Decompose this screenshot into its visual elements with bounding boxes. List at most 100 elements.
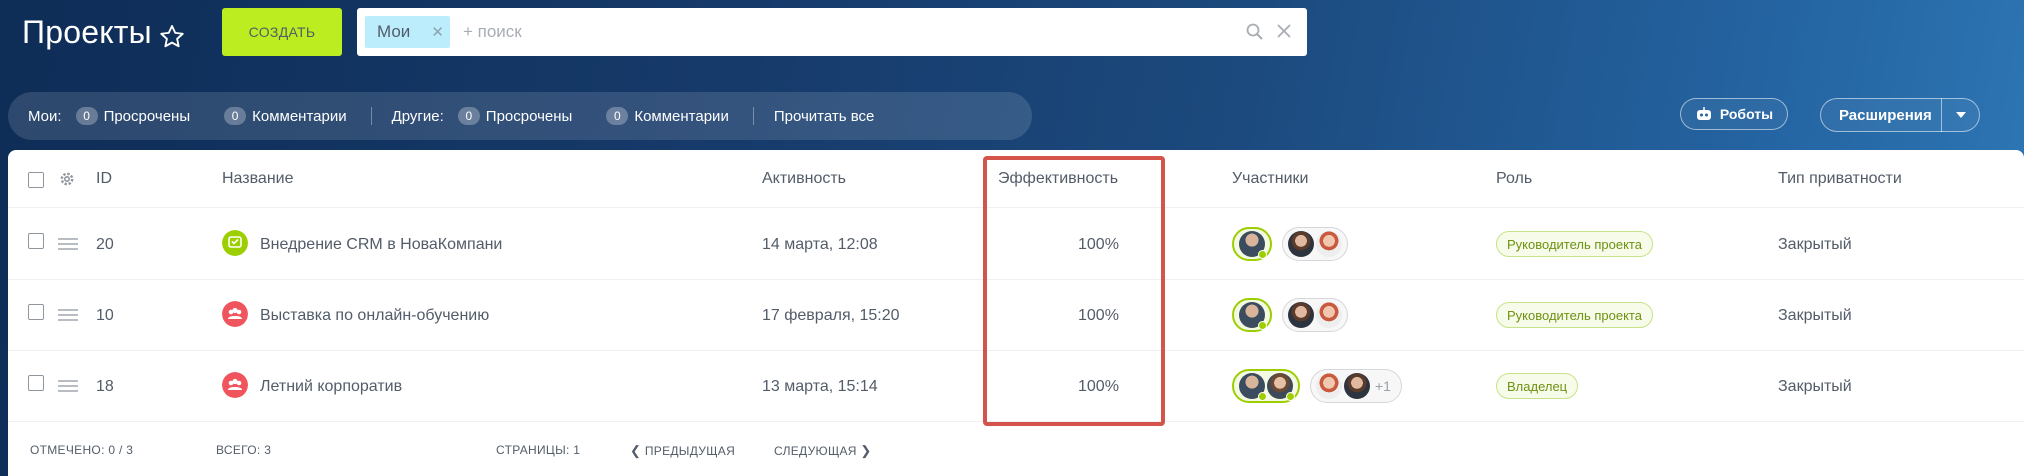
avatar[interactable]	[1288, 231, 1314, 257]
group-icon	[222, 372, 248, 398]
table-row[interactable]: 18 Летний корпоратив 13 марта, 15:14 100…	[8, 351, 2024, 422]
others-counters-label: Другие:	[391, 107, 444, 125]
online-indicator	[1258, 321, 1267, 330]
role-badge: Владелец	[1496, 373, 1579, 399]
row-activity: 13 марта, 15:14	[762, 378, 878, 395]
my-overdue-counter[interactable]: 0 Просрочены	[75, 107, 191, 125]
filter-tag[interactable]: Мои ✕	[365, 16, 450, 48]
selected-count: ОТМЕЧЕНО: 0 / 3	[30, 443, 134, 457]
robot-icon	[1696, 107, 1711, 120]
table-row[interactable]: 10 Выставка по онлайн-обучению 17 феврал…	[8, 280, 2024, 351]
counter-badge: 0	[224, 107, 247, 125]
column-participants[interactable]: Участники	[1232, 170, 1308, 188]
online-indicator	[1258, 250, 1267, 259]
row-efficiency: 100%	[1078, 378, 1119, 395]
avatar[interactable]	[1344, 373, 1370, 399]
column-id[interactable]: ID	[96, 170, 112, 188]
extra-members-count[interactable]: +1	[1375, 378, 1391, 394]
filter-tag-label: Мои	[377, 22, 411, 41]
menu-icon[interactable]	[58, 237, 78, 251]
chevron-right-icon: ❯	[860, 443, 872, 458]
project-name-link[interactable]: Выставка по онлайн-обучению	[260, 307, 489, 325]
row-id: 20	[96, 236, 114, 253]
robots-button[interactable]: Роботы	[1680, 98, 1788, 130]
row-checkbox[interactable]	[28, 233, 44, 249]
member-avatar-group[interactable]	[1282, 298, 1348, 332]
counter-label: Просрочены	[103, 107, 191, 125]
avatar[interactable]	[1239, 373, 1267, 401]
project-name-link[interactable]: Летний корпоратив	[260, 378, 402, 396]
column-privacy[interactable]: Тип приватности	[1778, 170, 1902, 188]
counter-badge: 0	[606, 107, 629, 125]
my-comments-counter[interactable]: 0 Комментарии	[224, 107, 347, 125]
counters-bar: Мои: 0 Просрочены 0 Комментарии Другие: …	[8, 92, 1032, 140]
participants	[1232, 227, 1358, 261]
counter-label: Просрочены	[485, 107, 573, 125]
create-button[interactable]: СОЗДАТЬ	[222, 8, 342, 56]
counter-badge: 0	[75, 107, 98, 125]
column-activity[interactable]: Активность	[762, 170, 846, 188]
online-indicator	[1286, 392, 1295, 401]
menu-icon[interactable]	[58, 379, 78, 393]
robots-label: Роботы	[1719, 106, 1774, 122]
avatar[interactable]	[1239, 302, 1267, 330]
counter-label: Комментарии	[252, 107, 347, 125]
row-privacy: Закрытый	[1778, 236, 1852, 253]
close-icon[interactable]	[1275, 22, 1293, 40]
row-privacy: Закрытый	[1778, 307, 1852, 324]
read-all-link[interactable]: Прочитать все	[774, 108, 875, 125]
member-avatar-group[interactable]: +1	[1310, 369, 1402, 403]
gear-icon[interactable]	[58, 170, 76, 188]
table-row[interactable]: 20 Внедрение CRM в НоваКомпани 14 марта,…	[8, 209, 2024, 280]
column-role[interactable]: Роль	[1496, 170, 1532, 188]
project-chat-icon	[222, 230, 248, 256]
row-id: 10	[96, 307, 114, 324]
row-privacy: Закрытый	[1778, 378, 1852, 395]
grid-footer: ОТМЕЧЕНО: 0 / 3 ВСЕГО: 3 СТРАНИЦЫ: 1 ❮ П…	[8, 423, 2024, 476]
avatar[interactable]	[1316, 231, 1342, 257]
others-comments-counter[interactable]: 0 Комментарии	[606, 107, 729, 125]
row-efficiency: 100%	[1078, 236, 1119, 253]
member-avatar-group[interactable]	[1282, 227, 1348, 261]
divider	[752, 107, 754, 125]
counter-label: Комментарии	[634, 107, 729, 125]
column-efficiency[interactable]: Эффективность	[998, 170, 1118, 188]
divider	[370, 107, 372, 125]
select-all-checkbox[interactable]	[28, 172, 44, 188]
page-title: Проекты	[22, 14, 152, 50]
group-icon	[222, 301, 248, 327]
project-name-link[interactable]: Внедрение CRM в НоваКомпани	[260, 236, 502, 254]
row-id: 18	[96, 378, 114, 395]
participants	[1232, 298, 1358, 332]
participants: +1	[1232, 369, 1412, 403]
next-page-link[interactable]: СЛЕДУЮЩАЯ ❯	[774, 443, 872, 459]
others-overdue-counter[interactable]: 0 Просрочены	[457, 107, 573, 125]
search-icon[interactable]	[1245, 22, 1265, 42]
avatar[interactable]	[1316, 302, 1342, 328]
role-badge: Руководитель проекта	[1496, 302, 1653, 328]
column-name[interactable]: Название	[222, 170, 294, 188]
owner-avatar-group[interactable]	[1232, 369, 1300, 403]
search-box[interactable]: Мои ✕ + поиск	[357, 8, 1307, 56]
row-checkbox[interactable]	[28, 304, 44, 320]
avatar[interactable]	[1288, 302, 1314, 328]
row-efficiency: 100%	[1078, 307, 1119, 324]
previous-page-link[interactable]: ❮ ПРЕДЫДУЩАЯ	[630, 443, 735, 459]
chevron-down-icon[interactable]	[1942, 112, 1979, 118]
extensions-button[interactable]: Расширения	[1820, 98, 1980, 132]
filter-tag-remove-icon[interactable]: ✕	[431, 23, 444, 41]
role-badge: Руководитель проекта	[1496, 231, 1653, 257]
menu-icon[interactable]	[58, 308, 78, 322]
search-input[interactable]: + поиск	[463, 22, 522, 42]
avatar[interactable]	[1239, 231, 1267, 259]
row-checkbox[interactable]	[28, 375, 44, 391]
avatar[interactable]	[1267, 373, 1295, 401]
owner-avatar-group[interactable]	[1232, 227, 1272, 261]
grid-header: ID Название Активность Эффективность Уча…	[8, 150, 2024, 208]
star-icon[interactable]	[157, 22, 187, 52]
owner-avatar-group[interactable]	[1232, 298, 1272, 332]
row-activity: 14 марта, 12:08	[762, 236, 878, 253]
next-label: СЛЕДУЮЩАЯ	[774, 444, 857, 458]
my-counters-label: Мои:	[28, 107, 62, 125]
avatar[interactable]	[1316, 373, 1342, 399]
